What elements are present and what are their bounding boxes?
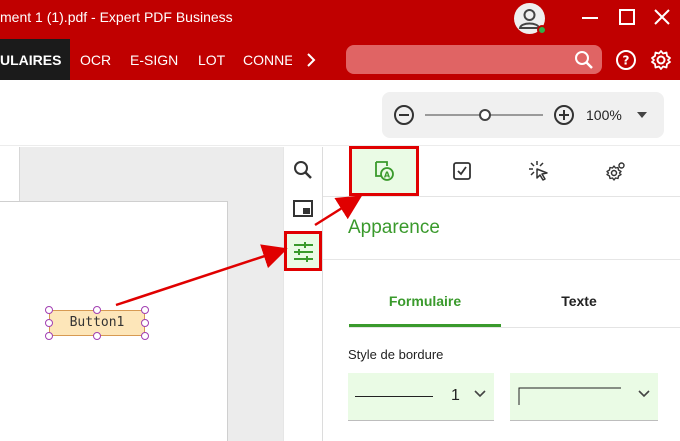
resize-handle[interactable] (141, 306, 149, 314)
border-style-select[interactable] (510, 373, 658, 421)
divider (323, 259, 680, 260)
border-style-label: Style de bordure (348, 347, 444, 362)
tab-connect[interactable]: CONNE (243, 39, 292, 80)
subtabs-divider (349, 327, 680, 328)
panel-tab-appearance[interactable]: A (349, 146, 419, 196)
subtab-formulaire[interactable]: Formulaire (349, 293, 501, 309)
checkbox-icon (453, 162, 471, 180)
resize-handle[interactable] (93, 332, 101, 340)
side-pages-button[interactable] (286, 192, 320, 226)
tab-e-sign[interactable]: E-SIGN (130, 39, 182, 80)
window-title: ment 1 (1).pdf - Expert PDF Business (0, 9, 233, 25)
resize-handle[interactable] (141, 332, 149, 340)
resize-handle[interactable] (45, 319, 53, 327)
zoom-value: 100% (586, 107, 622, 123)
side-toolbar (283, 147, 322, 441)
panel-tab-fields[interactable] (427, 147, 497, 195)
resize-handle[interactable] (45, 332, 53, 340)
panel-title: Apparence (348, 217, 440, 238)
chevron-right-icon[interactable] (304, 52, 318, 68)
side-properties-button[interactable] (284, 231, 322, 271)
panel-tab-actions[interactable] (504, 147, 574, 195)
maximize-button[interactable] (615, 7, 639, 29)
svg-text:?: ? (623, 54, 630, 68)
minimize-icon (582, 17, 598, 19)
search-input[interactable] (346, 45, 602, 74)
minimize-button[interactable] (578, 7, 602, 29)
question-icon[interactable]: ? (615, 49, 637, 71)
document-view: Button1 (0, 147, 283, 441)
tab-label: E-SIGN (130, 52, 179, 68)
resize-handle[interactable] (93, 306, 101, 314)
chevron-down-icon[interactable] (636, 111, 648, 119)
tab-lot[interactable]: LOT (198, 39, 228, 80)
chevron-down-icon (474, 390, 486, 398)
tab-label: OCR (80, 52, 112, 68)
resize-handle[interactable] (141, 319, 149, 327)
border-width-select[interactable]: 1 (348, 373, 494, 421)
zoom-control: 100% (382, 92, 664, 138)
properties-panel: A Apparence Formulaire Texte Style de bo… (322, 146, 680, 441)
close-icon (654, 9, 670, 25)
page-icon (293, 200, 313, 217)
close-button[interactable] (650, 7, 674, 29)
zoom-slider-thumb[interactable] (479, 109, 491, 121)
online-status-dot (537, 25, 547, 35)
line-preview (355, 396, 433, 397)
tab-formulaires[interactable]: ULAIRES (0, 39, 70, 80)
subtab-texte[interactable]: Texte (503, 293, 655, 309)
tab-label: LOT (198, 52, 226, 68)
account-avatar[interactable] (514, 3, 547, 35)
svg-text:A: A (384, 171, 391, 180)
zoom-in-icon[interactable] (553, 104, 575, 126)
cursor-click-icon (529, 161, 548, 181)
toolbar: 100% (0, 80, 680, 146)
resize-handle[interactable] (45, 306, 53, 314)
search-icon (294, 161, 312, 179)
ribbon-tabs: ULAIRES OCR E-SIGN LOT CONNE ? (0, 39, 680, 80)
zoom-out-icon[interactable] (393, 104, 415, 126)
gear-icon (606, 162, 625, 181)
app-window: ment 1 (1).pdf - Expert PDF Business ULA… (0, 0, 680, 441)
tab-ocr[interactable]: OCR (80, 39, 116, 80)
maximize-icon (619, 9, 635, 25)
title-bar: ment 1 (1).pdf - Expert PDF Business (0, 0, 680, 39)
border-style-preview (518, 387, 621, 405)
border-width-value: 1 (451, 387, 460, 404)
panel-tabs-divider (323, 196, 680, 197)
tab-label: ULAIRES (0, 52, 62, 68)
panel-tab-settings[interactable] (581, 147, 651, 195)
tab-label: CONNE (243, 52, 292, 68)
appearance-icon: A (375, 161, 394, 181)
sliders-icon (294, 242, 313, 262)
gear-icon[interactable] (650, 49, 672, 71)
search-icon[interactable] (574, 50, 594, 70)
active-subtab-indicator (349, 324, 501, 327)
side-search-button[interactable] (286, 153, 320, 187)
chevron-down-icon (638, 390, 650, 398)
